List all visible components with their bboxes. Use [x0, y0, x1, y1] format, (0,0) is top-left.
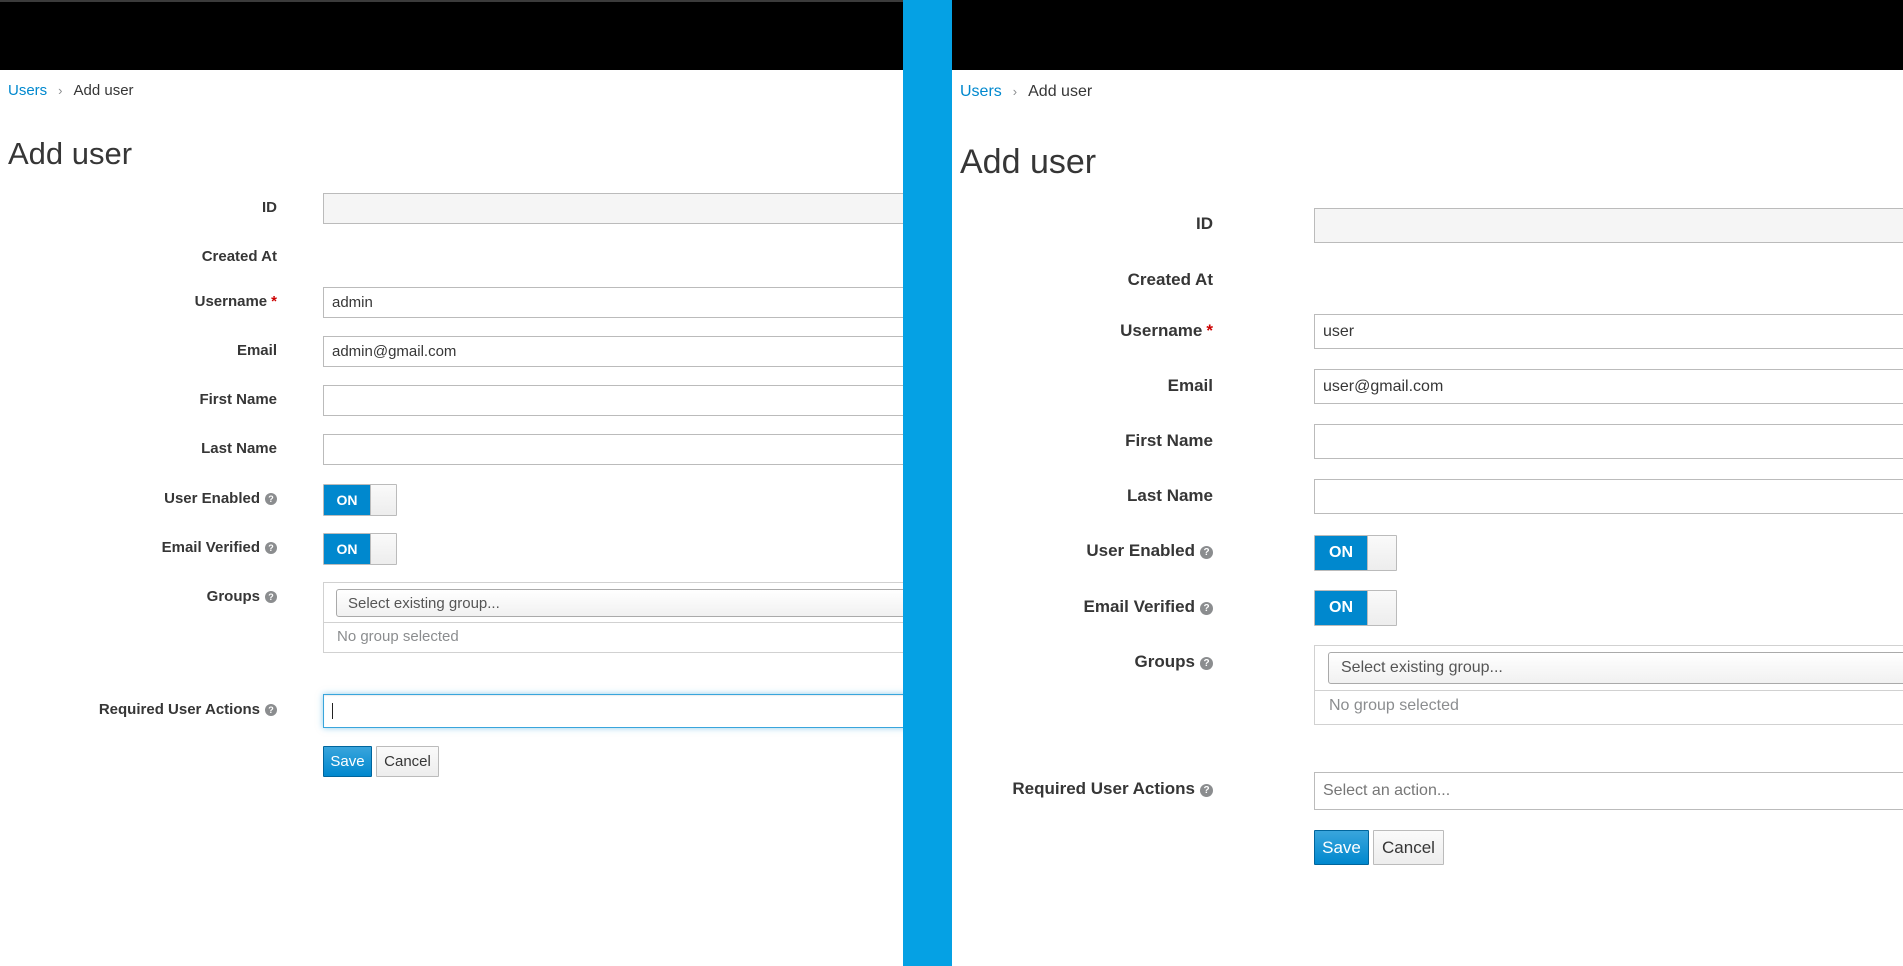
toggle-knob — [1367, 536, 1396, 570]
created-at-label: Created At — [1127, 270, 1213, 289]
breadcrumb-users-link[interactable]: Users — [960, 83, 1002, 100]
groups-label: Groups? — [207, 588, 277, 605]
help-icon[interactable]: ? — [265, 493, 277, 505]
user-enabled-toggle[interactable]: ON — [1314, 535, 1397, 571]
top-navbar — [0, 0, 903, 70]
help-icon[interactable]: ? — [265, 591, 277, 603]
first-name-field[interactable] — [323, 385, 903, 416]
left-pane: Users › Add user Add user ID Created At Us… — [0, 0, 903, 966]
breadcrumb-users-link[interactable]: Users — [8, 82, 47, 99]
no-group-text: No group selected — [337, 628, 459, 645]
email-field[interactable]: admin@gmail.com — [323, 336, 903, 367]
toggle-knob — [370, 534, 396, 564]
screenshot-root: Users › Add user Add user ID Created At Us… — [0, 0, 1903, 966]
username-label: Username * — [194, 293, 277, 310]
required-actions-label: Required User Actions? — [1012, 779, 1213, 799]
required-actions-placeholder: Select an action... — [1323, 782, 1451, 799]
page-title: Add user — [960, 143, 1097, 181]
help-icon[interactable]: ? — [265, 542, 277, 554]
groups-label: Groups? — [1135, 652, 1213, 672]
first-name-field[interactable] — [1314, 424, 1903, 459]
last-name-field[interactable] — [323, 434, 903, 465]
id-field[interactable] — [1314, 208, 1903, 243]
required-marker: * — [271, 293, 277, 310]
email-label: Email — [236, 342, 277, 359]
help-icon[interactable]: ? — [1200, 657, 1213, 670]
last-name-field[interactable] — [1314, 479, 1903, 514]
user-enabled-label: User Enabled? — [1086, 541, 1213, 561]
required-actions-label: Required User Actions? — [99, 701, 277, 718]
help-icon[interactable]: ? — [1200, 602, 1213, 615]
text-cursor — [332, 703, 333, 719]
group-select[interactable]: Select existing group... — [1328, 652, 1903, 684]
cancel-button[interactable]: Cancel — [1373, 830, 1444, 865]
help-icon[interactable]: ? — [1200, 784, 1213, 797]
chevron-right-icon: › — [58, 83, 63, 98]
user-enabled-toggle[interactable]: ON — [323, 484, 397, 516]
email-verified-label: Email Verified? — [162, 539, 277, 556]
email-verified-toggle[interactable]: ON — [1314, 590, 1397, 626]
breadcrumb: Users › Add user — [960, 83, 1092, 101]
username-label: Username * — [1120, 321, 1213, 340]
username-field[interactable]: admin — [323, 287, 903, 318]
top-navbar — [952, 0, 1903, 70]
last-name-label: Last Name — [201, 440, 277, 457]
cancel-button[interactable]: Cancel — [376, 746, 439, 777]
email-label: Email — [1167, 376, 1213, 395]
groups-divider — [324, 622, 903, 623]
group-select[interactable]: Select existing group... — [336, 589, 903, 617]
groups-divider — [1315, 690, 1903, 691]
toggle-on-label: ON — [1315, 536, 1367, 570]
page-title: Add user — [8, 136, 133, 171]
first-name-label: First Name — [199, 391, 277, 408]
toggle-knob — [1367, 591, 1396, 625]
toggle-on-label: ON — [1315, 591, 1367, 625]
email-verified-toggle[interactable]: ON — [323, 533, 397, 565]
breadcrumb: Users › Add user — [8, 82, 134, 99]
help-icon[interactable]: ? — [1200, 546, 1213, 559]
groups-panel: Select existing group... No group select… — [1314, 645, 1903, 725]
no-group-text: No group selected — [1329, 697, 1459, 714]
breadcrumb-current: Add user — [73, 82, 134, 99]
save-button[interactable]: Save — [1314, 830, 1369, 865]
groups-panel: Select existing group... No group select… — [323, 582, 903, 653]
right-pane: Users › Add user Add user ID Created At Us… — [952, 0, 1903, 966]
email-verified-label: Email Verified? — [1084, 597, 1213, 617]
id-label: ID — [262, 199, 277, 216]
chevron-right-icon: › — [1012, 84, 1018, 99]
toggle-on-label: ON — [324, 485, 370, 515]
required-actions-select[interactable]: Select an action... — [1314, 772, 1903, 810]
id-label: ID — [1196, 214, 1213, 233]
id-field[interactable] — [323, 193, 903, 224]
user-enabled-label: User Enabled? — [164, 490, 277, 507]
required-marker: * — [1206, 321, 1213, 340]
toggle-knob — [370, 485, 396, 515]
first-name-label: First Name — [1125, 431, 1213, 450]
email-field[interactable]: user@gmail.com — [1314, 369, 1903, 404]
save-button[interactable]: Save — [323, 746, 372, 777]
last-name-label: Last Name — [1127, 486, 1213, 505]
required-actions-field[interactable] — [323, 694, 903, 728]
help-icon[interactable]: ? — [265, 704, 277, 716]
split-divider — [903, 0, 952, 966]
breadcrumb-current: Add user — [1028, 83, 1093, 100]
created-at-label: Created At — [201, 248, 277, 265]
toggle-on-label: ON — [324, 534, 370, 564]
username-field[interactable]: user — [1314, 314, 1903, 349]
